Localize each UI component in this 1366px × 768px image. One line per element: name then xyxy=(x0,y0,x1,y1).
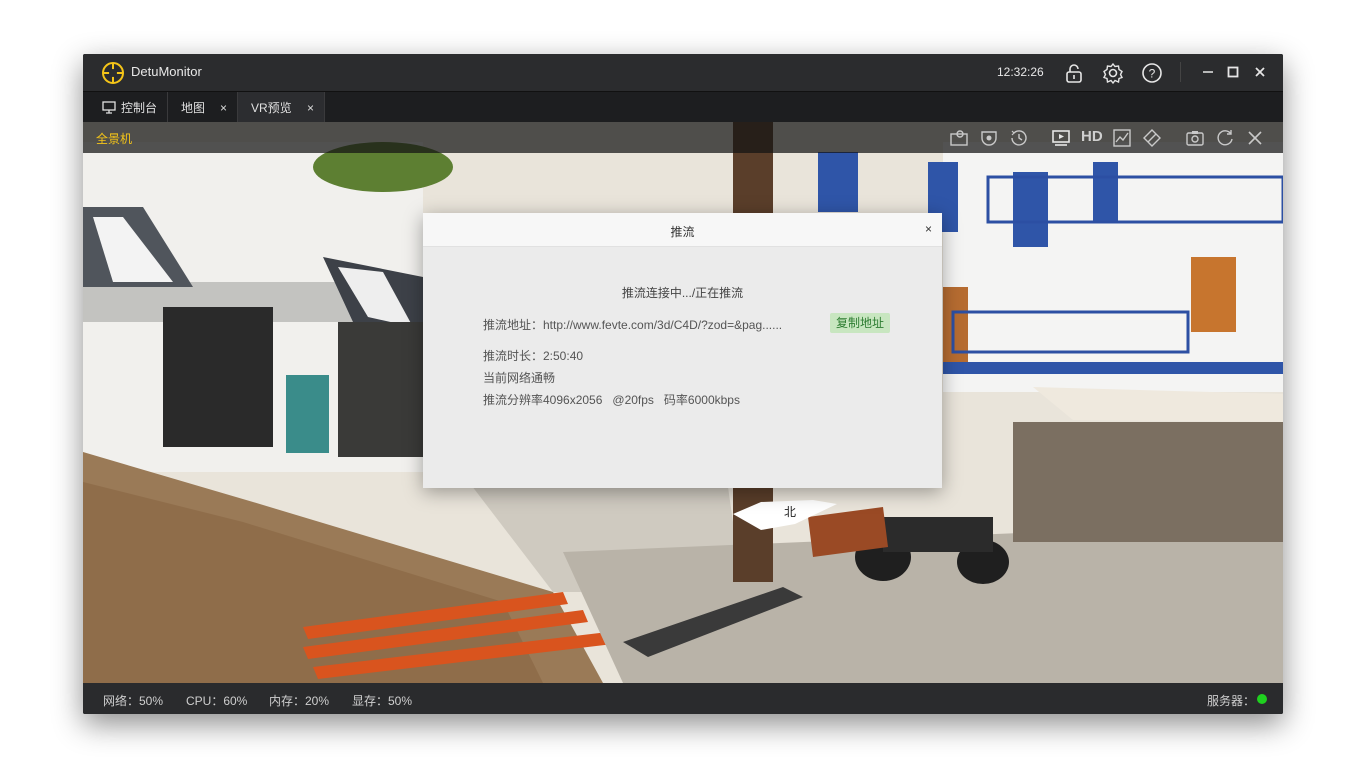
close-view-icon[interactable] xyxy=(1245,128,1265,148)
title-bar: DetuMonitor 12:32:26 ? xyxy=(83,54,1283,91)
maximize-icon[interactable] xyxy=(1224,63,1242,81)
dialog-close-icon[interactable]: × xyxy=(925,222,932,236)
settings-gear-icon[interactable] xyxy=(1102,62,1124,84)
server-status-indicator xyxy=(1257,694,1267,704)
dialog-header: 推流 × xyxy=(423,213,942,247)
tab-map[interactable]: 地图 × xyxy=(167,92,238,123)
tab-vr-preview-label: VR预览 xyxy=(251,101,292,115)
refresh-icon[interactable] xyxy=(1215,128,1235,148)
monitor-icon xyxy=(102,101,116,114)
clock-time: 12:32:26 xyxy=(997,65,1044,79)
svg-text:?: ? xyxy=(1149,67,1156,81)
server-status-label: 服务器： xyxy=(1207,694,1256,708)
tab-vr-preview[interactable]: VR预览 × xyxy=(238,92,325,123)
dialog-title: 推流 xyxy=(670,225,695,239)
compass-north-marker: 北 xyxy=(733,500,837,530)
tab-vr-preview-close-icon[interactable]: × xyxy=(307,101,314,115)
history-icon[interactable] xyxy=(1009,128,1029,148)
tab-console-label: 控制台 xyxy=(121,101,158,115)
stream-status: 推流连接中.../正在推流 xyxy=(621,286,744,300)
titlebar-divider xyxy=(1180,62,1181,82)
cpu-usage: CPU：60% xyxy=(186,694,248,708)
camera-dome-icon[interactable] xyxy=(979,128,999,148)
push-stream-dialog: 推流 × 推流连接中.../正在推流 推流地址：http://www.fevte… xyxy=(423,213,942,488)
vr-view-icon[interactable] xyxy=(1142,128,1162,148)
chart-icon[interactable] xyxy=(1112,128,1132,148)
camera-toolbar: 全景机 HD xyxy=(83,122,1283,153)
help-icon[interactable]: ? xyxy=(1141,62,1163,84)
live-stream-icon[interactable] xyxy=(1051,128,1071,148)
snapshot-camera-icon[interactable] xyxy=(1185,128,1205,148)
minimize-icon[interactable] xyxy=(1199,63,1217,81)
app-logo-icon xyxy=(102,62,124,84)
memory-usage: 内存：20% xyxy=(269,694,330,708)
tab-console[interactable]: 控制台 xyxy=(83,92,168,123)
panorama-viewport[interactable]: 全景机 HD 北 推流 × 推流连接中.../正在推流 推流地址：http://… xyxy=(83,122,1283,683)
camera-label: 全景机 xyxy=(96,132,133,146)
stream-resolution: 推流分辨率4096x2056 @20fps 码率6000kbps xyxy=(483,393,740,407)
lock-icon[interactable] xyxy=(1063,62,1085,84)
stream-duration: 推流时长：2:50:40 xyxy=(483,349,584,363)
network-status: 当前网络通畅 xyxy=(483,371,556,385)
tab-map-close-icon[interactable]: × xyxy=(220,101,227,115)
tab-bar: 控制台 地图 × VR预览 × xyxy=(83,91,1283,124)
stream-address: 推流地址：http://www.fevte.com/3d/C4D/?zod=&p… xyxy=(483,318,783,332)
app-window: DetuMonitor 12:32:26 ? 控制台 地图 × VR预览 × 全… xyxy=(83,54,1283,714)
status-bar: 网络：50% CPU：60% 内存：20% 显存：50% 服务器： xyxy=(83,683,1283,714)
hd-quality-toggle[interactable]: HD xyxy=(1081,128,1103,145)
vram-usage: 显存：50% xyxy=(352,694,413,708)
map-pin-icon[interactable] xyxy=(949,128,969,148)
copy-address-button[interactable]: 复制地址 xyxy=(830,313,890,333)
compass-north-label: 北 xyxy=(784,505,796,519)
close-window-icon[interactable] xyxy=(1251,63,1269,81)
network-usage: 网络：50% xyxy=(103,694,164,708)
app-title: DetuMonitor xyxy=(131,64,202,79)
tab-map-label: 地图 xyxy=(181,101,206,115)
